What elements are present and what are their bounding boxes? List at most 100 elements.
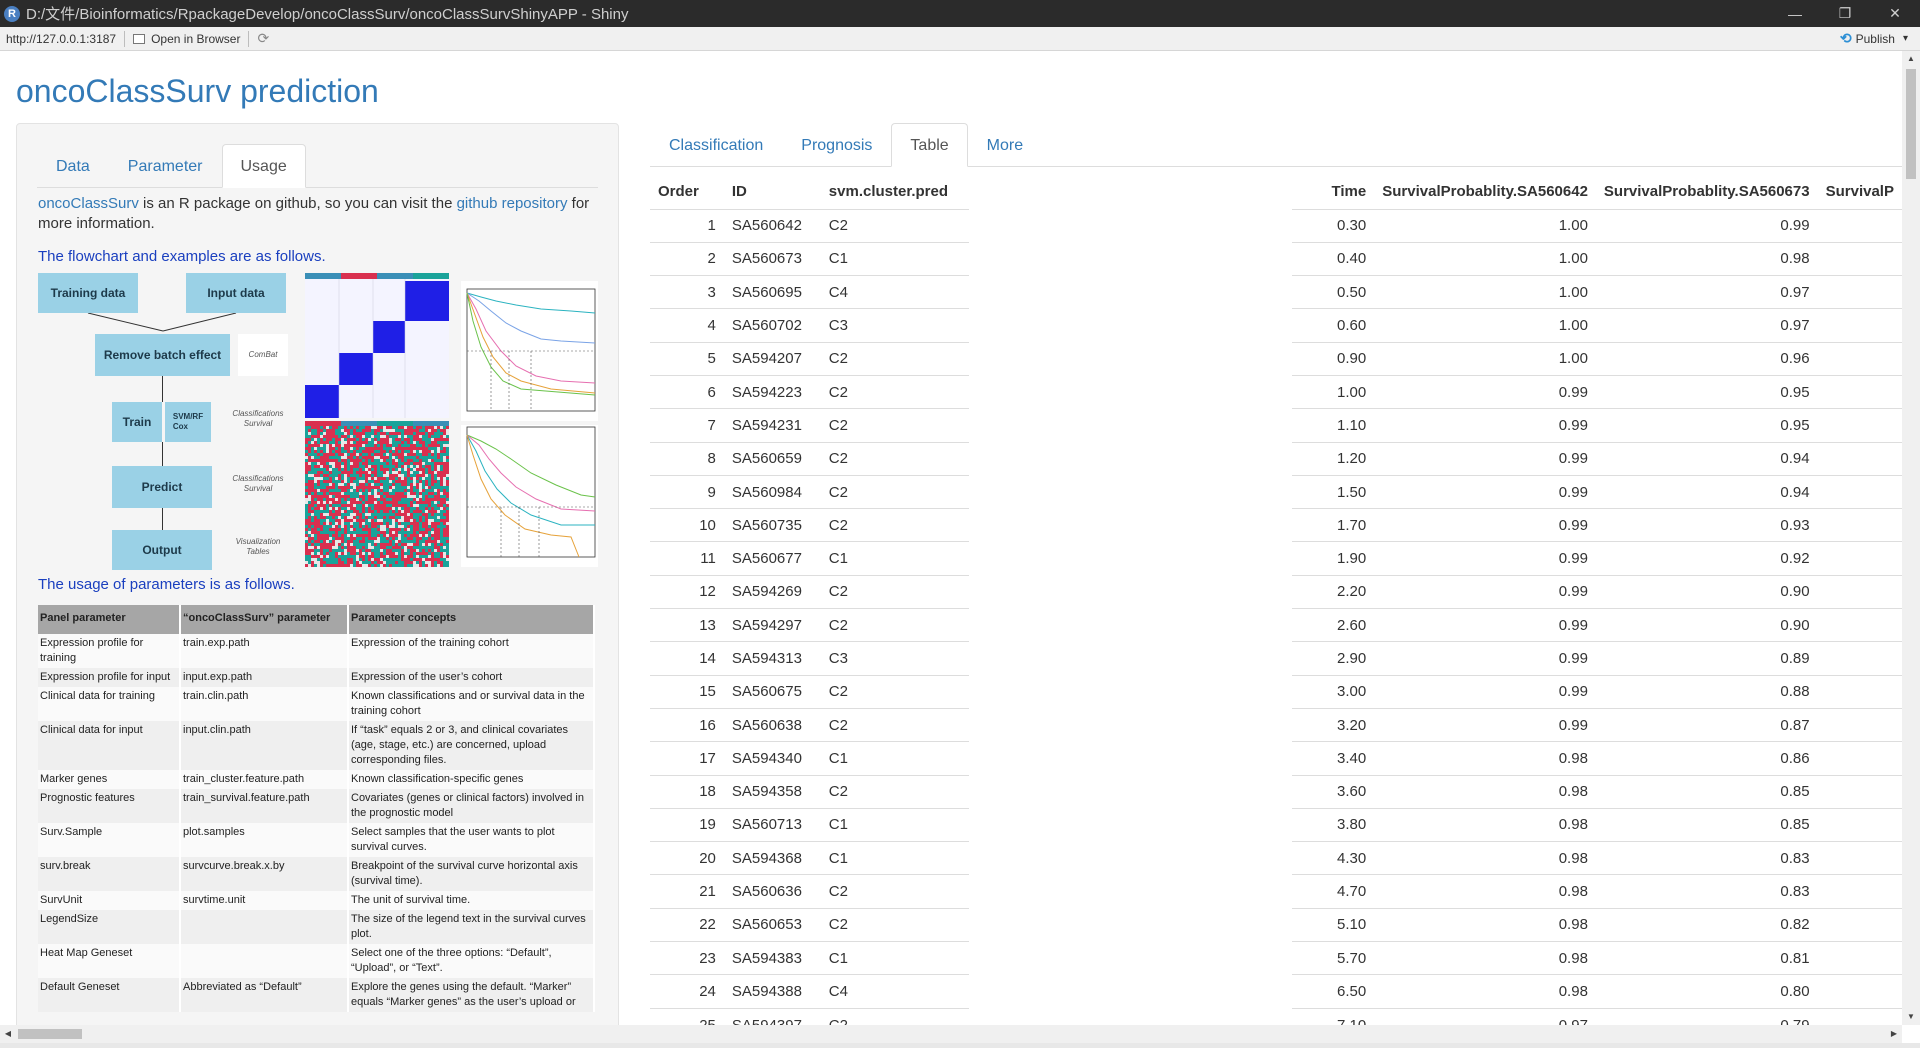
survival-sa560642-cell: 0.98 [1374, 907, 1596, 942]
survival-sa560642-cell: 0.99 [1374, 574, 1596, 609]
param-table-cell: Known classification-specific genes [348, 770, 595, 789]
scroll-right-icon[interactable]: ▶ [1886, 1025, 1902, 1043]
survival-sa560673-cell: 0.86 [1595, 741, 1818, 776]
survival-sa560642-cell: 0.99 [1374, 674, 1596, 709]
publish-button[interactable]: ⟲ Publish ▾ [1840, 30, 1908, 47]
survival-truncated-cell [1817, 774, 1902, 809]
order-cell: 9 [650, 474, 724, 509]
survival-sa560673-cell: 0.79 [1595, 1007, 1818, 1025]
browser-icon[interactable] [133, 33, 146, 44]
table-row: 8 SA560659 C2 1.20 0.99 0.94 [650, 441, 1902, 476]
param-table-cell: Abbreviated as “Default” [180, 978, 349, 1012]
id-cell: SA560984 [723, 474, 821, 509]
order-cell: 6 [650, 374, 724, 409]
survival-sa560642-cell: 0.99 [1374, 608, 1596, 642]
scroll-left-icon[interactable]: ◀ [0, 1025, 16, 1043]
tab-usage[interactable]: Usage [221, 144, 306, 188]
github-repository-link[interactable]: github repository [457, 195, 568, 212]
order-cell: 11 [650, 541, 724, 576]
vertical-scroll-thumb[interactable] [1906, 69, 1916, 179]
survival-truncated-cell [1817, 974, 1902, 1009]
order-cell: 19 [650, 807, 724, 842]
time-cell: 3.40 [1292, 741, 1375, 776]
survival-truncated-cell [1817, 907, 1902, 942]
param-table-cell: Breakpoint of the survival curve horizon… [348, 857, 595, 891]
survival-truncated-cell [1817, 341, 1902, 376]
flow-input-data: Input data [186, 273, 286, 313]
usage-content: oncoClassSurv is an R package on github,… [17, 188, 618, 1012]
cluster-pred-cell: C1 [820, 241, 969, 276]
survival-truncated-cell [1817, 541, 1902, 576]
table-row: 9 SA560984 C2 1.50 0.99 0.94 [650, 474, 1902, 509]
param-table-cell: Heat Map Geneset [38, 944, 181, 978]
id-cell: SA594397 [723, 1007, 821, 1025]
chevron-down-icon[interactable]: ▾ [1903, 33, 1908, 44]
cluster-pred-cell: C1 [820, 841, 969, 875]
id-cell: SA560659 [723, 441, 821, 476]
survival-truncated-cell [1817, 308, 1902, 343]
minimize-button[interactable]: — [1770, 6, 1820, 22]
order-cell: 13 [650, 608, 724, 642]
cluster-pred-cell: C1 [820, 807, 969, 842]
open-in-browser-button[interactable]: Open in Browser [151, 32, 240, 46]
flowchart-figure: Training data Input data Remove batch ef… [38, 273, 598, 570]
flow-output-note: Visualization Tables [235, 537, 281, 556]
survival-sa560642-cell: 0.98 [1374, 841, 1596, 875]
survival-sa560673-cell: 0.89 [1595, 641, 1818, 676]
results-table: Order ID svm.cluster.pred Time SurvivalP… [650, 175, 1902, 1025]
gap-cell [969, 975, 1293, 1008]
table-row: 11 SA560677 C1 1.90 0.99 0.92 [650, 541, 1902, 576]
close-button[interactable]: ✕ [1870, 5, 1920, 22]
table-row: 1 SA560642 C2 0.30 1.00 0.99 [650, 208, 1902, 243]
table-row: 19 SA560713 C1 3.80 0.98 0.85 [650, 807, 1902, 842]
survival-sa560673-cell: 0.81 [1595, 941, 1818, 975]
survival-sa560642-cell: 1.00 [1374, 275, 1596, 309]
tab-data[interactable]: Data [37, 144, 109, 188]
col-gap [969, 175, 1293, 209]
param-col-oncoclasssurv: “oncoClassSurv” parameter [180, 605, 349, 634]
tab-classification[interactable]: Classification [650, 123, 782, 167]
restore-button[interactable]: ❐ [1820, 5, 1870, 22]
id-cell: SA560638 [723, 707, 821, 742]
survival-curve-image-2 [461, 425, 598, 567]
survival-truncated-cell [1817, 741, 1902, 776]
order-cell: 24 [650, 974, 724, 1009]
id-cell: SA594313 [723, 641, 821, 676]
cluster-pred-cell: C4 [820, 974, 969, 1009]
refresh-icon[interactable]: ⟳ [257, 30, 269, 47]
divider [124, 30, 126, 47]
url-text[interactable]: http://127.0.0.1:3187 [6, 32, 116, 46]
order-cell: 22 [650, 907, 724, 942]
cluster-pred-cell: C2 [820, 774, 969, 809]
param-table-row: surv.break survcurve.break.x.by Breakpoint… [38, 857, 595, 891]
order-cell: 23 [650, 941, 724, 975]
survival-sa560673-cell: 0.97 [1595, 308, 1818, 343]
package-link[interactable]: oncoClassSurv [38, 195, 139, 212]
flow-remove-batch-effect: Remove batch effect [95, 334, 230, 376]
survival-truncated-cell [1817, 574, 1902, 609]
gap-cell [969, 875, 1293, 908]
id-cell: SA594340 [723, 741, 821, 776]
survival-truncated-cell [1817, 874, 1902, 909]
tab-table[interactable]: Table [891, 123, 968, 167]
tab-more[interactable]: More [968, 123, 1042, 167]
order-cell: 15 [650, 674, 724, 709]
horizontal-scrollbar[interactable]: ◀ ▶ [0, 1025, 1902, 1043]
tab-parameter[interactable]: Parameter [109, 144, 222, 188]
survival-sa560642-cell: 0.98 [1374, 974, 1596, 1009]
scroll-down-icon[interactable]: ▼ [1902, 1009, 1920, 1025]
vertical-scrollbar[interactable]: ▲ ▼ [1902, 51, 1920, 1025]
col-svm-cluster-pred: svm.cluster.pred [828, 183, 949, 201]
horizontal-scroll-thumb[interactable] [18, 1029, 82, 1039]
scroll-up-icon[interactable]: ▲ [1902, 51, 1920, 67]
survival-sa560642-cell: 0.98 [1374, 741, 1596, 776]
gap-cell [969, 609, 1293, 642]
col-survival-sa560673: SurvivalProbablity.SA560673 [1603, 183, 1810, 201]
order-cell: 25 [650, 1007, 724, 1025]
time-cell: 3.60 [1292, 774, 1375, 809]
tab-prognosis[interactable]: Prognosis [782, 123, 891, 167]
cluster-pred-cell: C3 [820, 641, 969, 676]
param-table-cell: Prognostic features [38, 789, 181, 823]
param-table-cell: Covariates (genes or clinical factors) i… [348, 789, 595, 823]
param-table-cell: The unit of survival time. [348, 891, 595, 910]
